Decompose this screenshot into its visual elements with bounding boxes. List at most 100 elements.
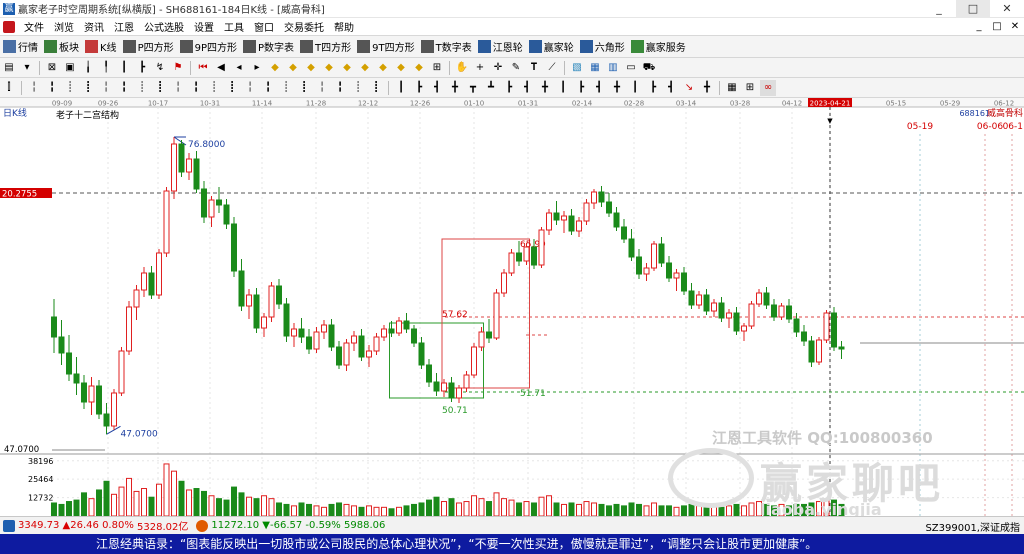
vline14-icon[interactable]: ╏ bbox=[260, 80, 276, 96]
bar-i-icon[interactable]: ╋ bbox=[537, 80, 553, 96]
vline19-icon[interactable]: ┊ bbox=[350, 80, 366, 96]
prev-icon[interactable]: ◀ bbox=[213, 60, 229, 76]
sh-index-icon[interactable] bbox=[3, 519, 15, 532]
toolbar-dollar-button[interactable]: 赢家服务 bbox=[628, 39, 689, 54]
db-icon[interactable]: ▦ bbox=[587, 60, 603, 76]
mdi-minimize-button[interactable]: _ bbox=[970, 18, 988, 36]
menu-formula[interactable]: 公式选股 bbox=[139, 19, 189, 34]
toolbar-pn-table-button[interactable]: P数字表 bbox=[240, 39, 297, 54]
vline1-icon[interactable]: ╎ bbox=[26, 80, 42, 96]
sz-index-icon[interactable] bbox=[196, 519, 209, 532]
menu-tools[interactable]: 工具 bbox=[219, 19, 249, 34]
menu-trade[interactable]: 交易委托 bbox=[279, 19, 329, 34]
toolbar-9t-square-button[interactable]: 9T四方形 bbox=[354, 39, 417, 54]
vline3-icon[interactable]: ┊ bbox=[62, 80, 78, 96]
bar-d-icon[interactable]: ╋ bbox=[447, 80, 463, 96]
table-icon[interactable]: ▥ bbox=[605, 60, 621, 76]
bar-j-icon[interactable]: ┃ bbox=[555, 80, 571, 96]
vline16-icon[interactable]: ┋ bbox=[296, 80, 312, 96]
bar-c-icon[interactable]: ┫ bbox=[429, 80, 445, 96]
minimize-button[interactable]: _ bbox=[922, 0, 956, 18]
plus-icon[interactable]: ✛ bbox=[490, 60, 506, 76]
diamond1-icon[interactable]: ◆ bbox=[267, 60, 283, 76]
pen-icon[interactable]: ✎ bbox=[508, 60, 524, 76]
restore-button[interactable]: □ bbox=[956, 0, 990, 18]
toolbar-gann-wheel-button[interactable]: 江恩轮 bbox=[475, 39, 526, 54]
vline11-icon[interactable]: ┊ bbox=[206, 80, 222, 96]
menu-settings[interactable]: 设置 bbox=[189, 19, 219, 34]
forward-icon[interactable]: ▸ bbox=[249, 60, 265, 76]
layout-icon[interactable]: ▤ bbox=[1, 60, 17, 76]
diamond9-icon[interactable]: ◆ bbox=[411, 60, 427, 76]
diamond5-icon[interactable]: ◆ bbox=[339, 60, 355, 76]
status-right-label[interactable]: SZ399001,深证成指 bbox=[925, 519, 1020, 534]
vline7-icon[interactable]: ┊ bbox=[134, 80, 150, 96]
diamond4-icon[interactable]: ◆ bbox=[321, 60, 337, 76]
vline5-icon[interactable]: ╎ bbox=[98, 80, 114, 96]
infinity-icon[interactable]: ∞ bbox=[760, 79, 776, 96]
bar-b-icon[interactable]: ┣ bbox=[411, 80, 427, 96]
toolbar-kline-button[interactable]: K线 bbox=[82, 39, 120, 54]
vline9-icon[interactable]: ╎ bbox=[170, 80, 186, 96]
bar-r-icon[interactable]: ╋ bbox=[699, 80, 715, 96]
photo-icon[interactable]: ▧ bbox=[569, 60, 585, 76]
mdi-close-button[interactable]: ✕ bbox=[1006, 18, 1024, 36]
bar-o-icon[interactable]: ┣ bbox=[645, 80, 661, 96]
kbar-icon[interactable]: ╿ bbox=[98, 60, 114, 76]
vline20-icon[interactable]: ┋ bbox=[368, 80, 384, 96]
chart-icon[interactable]: ▣ bbox=[62, 60, 78, 76]
text-tool-icon[interactable]: 𝐓 bbox=[526, 60, 542, 76]
table-grid-icon[interactable]: ▦ bbox=[724, 80, 740, 96]
hand-icon[interactable]: ✋ bbox=[454, 60, 470, 76]
toolbar-winner-wheel-button[interactable]: 赢家轮 bbox=[526, 39, 577, 54]
bar-g-icon[interactable]: ┣ bbox=[501, 80, 517, 96]
bar-q-icon[interactable]: ↘ bbox=[681, 80, 697, 96]
split-icon[interactable]: ⫿ bbox=[1, 80, 17, 96]
menu-gann[interactable]: 江恩 bbox=[109, 19, 139, 34]
menu-browse[interactable]: 浏览 bbox=[49, 19, 79, 34]
diamond7-icon[interactable]: ◆ bbox=[375, 60, 391, 76]
vline17-icon[interactable]: ╎ bbox=[314, 80, 330, 96]
vline15-icon[interactable]: ┊ bbox=[278, 80, 294, 96]
menu-help[interactable]: 帮助 bbox=[329, 19, 359, 34]
bar-e-icon[interactable]: ┳ bbox=[465, 80, 481, 96]
bar-n-icon[interactable]: ┃ bbox=[627, 80, 643, 96]
bar-k-icon[interactable]: ┣ bbox=[573, 80, 589, 96]
vline10-icon[interactable]: ╏ bbox=[188, 80, 204, 96]
dropdown-icon[interactable]: ▾ bbox=[19, 60, 35, 76]
grid-tool-icon[interactable]: ⊞ bbox=[429, 60, 445, 76]
line-icon[interactable]: ↯ bbox=[152, 60, 168, 76]
flag-icon[interactable]: ⚑ bbox=[170, 60, 186, 76]
menu-info[interactable]: 资讯 bbox=[79, 19, 109, 34]
menu-file[interactable]: 文件 bbox=[19, 19, 49, 34]
bar-p-icon[interactable]: ┫ bbox=[663, 80, 679, 96]
bar-l-icon[interactable]: ┫ bbox=[591, 80, 607, 96]
car-icon[interactable]: ⛟ bbox=[641, 60, 657, 76]
diamond3-icon[interactable]: ◆ bbox=[303, 60, 319, 76]
grid-toggle-icon[interactable]: ⊞ bbox=[742, 80, 758, 96]
bar-h-icon[interactable]: ┫ bbox=[519, 80, 535, 96]
toolbar-9p-square-button[interactable]: 9P四方形 bbox=[177, 39, 240, 54]
toolbar-blocks-button[interactable]: 板块 bbox=[41, 39, 82, 54]
ohlc-icon[interactable]: ┣ bbox=[134, 60, 150, 76]
toolbar-hexagon-button[interactable]: 六角形 bbox=[577, 39, 628, 54]
bar-a-icon[interactable]: ┃ bbox=[393, 80, 409, 96]
toolbar-grid-button[interactable]: 行情 bbox=[0, 39, 41, 54]
bars-icon[interactable]: ╽ bbox=[80, 60, 96, 76]
bar-f-icon[interactable]: ┻ bbox=[483, 80, 499, 96]
toolbar-tn-table-button[interactable]: T数字表 bbox=[418, 39, 475, 54]
period-icon[interactable]: ⊠ bbox=[44, 60, 60, 76]
diamond2-icon[interactable]: ◆ bbox=[285, 60, 301, 76]
toolbar-t-square-button[interactable]: T四方形 bbox=[297, 39, 354, 54]
bar-m-icon[interactable]: ╋ bbox=[609, 80, 625, 96]
diamond8-icon[interactable]: ◆ bbox=[393, 60, 409, 76]
vline2-icon[interactable]: ╏ bbox=[44, 80, 60, 96]
back-icon[interactable]: ◂ bbox=[231, 60, 247, 76]
crosshair-icon[interactable]: + bbox=[472, 60, 488, 76]
menu-window[interactable]: 窗口 bbox=[249, 19, 279, 34]
vline13-icon[interactable]: ╎ bbox=[242, 80, 258, 96]
vline18-icon[interactable]: ╏ bbox=[332, 80, 348, 96]
diamond6-icon[interactable]: ◆ bbox=[357, 60, 373, 76]
vline4-icon[interactable]: ┋ bbox=[80, 80, 96, 96]
first-icon[interactable]: ⏮ bbox=[195, 60, 211, 76]
